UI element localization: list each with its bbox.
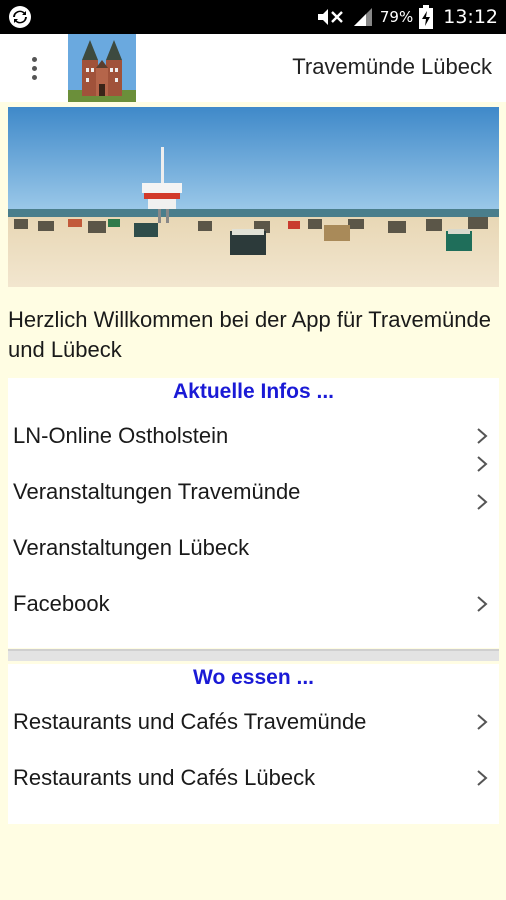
list-item-ln-online[interactable]: LN-Online Ostholstein bbox=[8, 408, 499, 472]
list-item-label: Facebook bbox=[13, 591, 110, 616]
welcome-text: Herzlich Willkommen bei der App für Trav… bbox=[8, 307, 491, 362]
chevron-right-icon bbox=[477, 714, 488, 730]
chevron-right-icon bbox=[477, 428, 488, 444]
clock: 13:12 bbox=[443, 6, 498, 28]
holstentor-logo bbox=[68, 34, 136, 102]
list-item-label: LN-Online Ostholstein bbox=[13, 423, 229, 448]
list-item-label: Restaurants und Cafés Lübeck bbox=[13, 765, 316, 790]
chevron-right-icon bbox=[477, 494, 488, 510]
section-card-infos: Aktuelle Infos ... LN-Online Ostholstein… bbox=[8, 378, 499, 648]
overflow-menu-icon[interactable] bbox=[18, 48, 50, 88]
section-divider bbox=[8, 649, 499, 661]
list-item-restaurants-travemuende[interactable]: Restaurants und Cafés Travemünde bbox=[8, 694, 499, 750]
list-item-veranstaltungen-travemuende[interactable]: Veranstaltungen Travemünde bbox=[8, 464, 499, 520]
battery-charging-icon bbox=[419, 5, 434, 29]
signal-icon bbox=[353, 8, 372, 26]
section-title: Aktuelle Infos ... bbox=[172, 380, 335, 403]
list-item-facebook[interactable]: Facebook bbox=[8, 576, 499, 632]
toolbar-title: Travemünde Lübeck bbox=[292, 54, 492, 79]
list-item-label: Veranstaltungen Travemünde bbox=[13, 479, 301, 504]
section-title: Wo essen ... bbox=[193, 666, 314, 689]
battery-percent: 79% bbox=[379, 8, 414, 26]
sync-icon bbox=[9, 6, 31, 28]
status-bar: 79% 13:12 bbox=[0, 0, 506, 34]
list-item-restaurants-luebeck[interactable]: Restaurants und Cafés Lübeck bbox=[8, 750, 499, 806]
list-item-veranstaltungen-luebeck[interactable]: Veranstaltungen Lübeck bbox=[8, 494, 499, 576]
list-item-label: Veranstaltungen Lübeck bbox=[13, 535, 250, 560]
mute-icon bbox=[317, 9, 343, 25]
list-item-label: Restaurants und Cafés Travemünde bbox=[13, 709, 367, 734]
chevron-right-icon bbox=[477, 596, 488, 612]
hero-beach-image bbox=[8, 107, 499, 287]
section-card-essen: Wo essen ... Restaurants und Cafés Trave… bbox=[8, 664, 499, 824]
chevron-right-icon bbox=[477, 770, 488, 786]
app-toolbar: Travemünde Lübeck bbox=[0, 34, 506, 102]
